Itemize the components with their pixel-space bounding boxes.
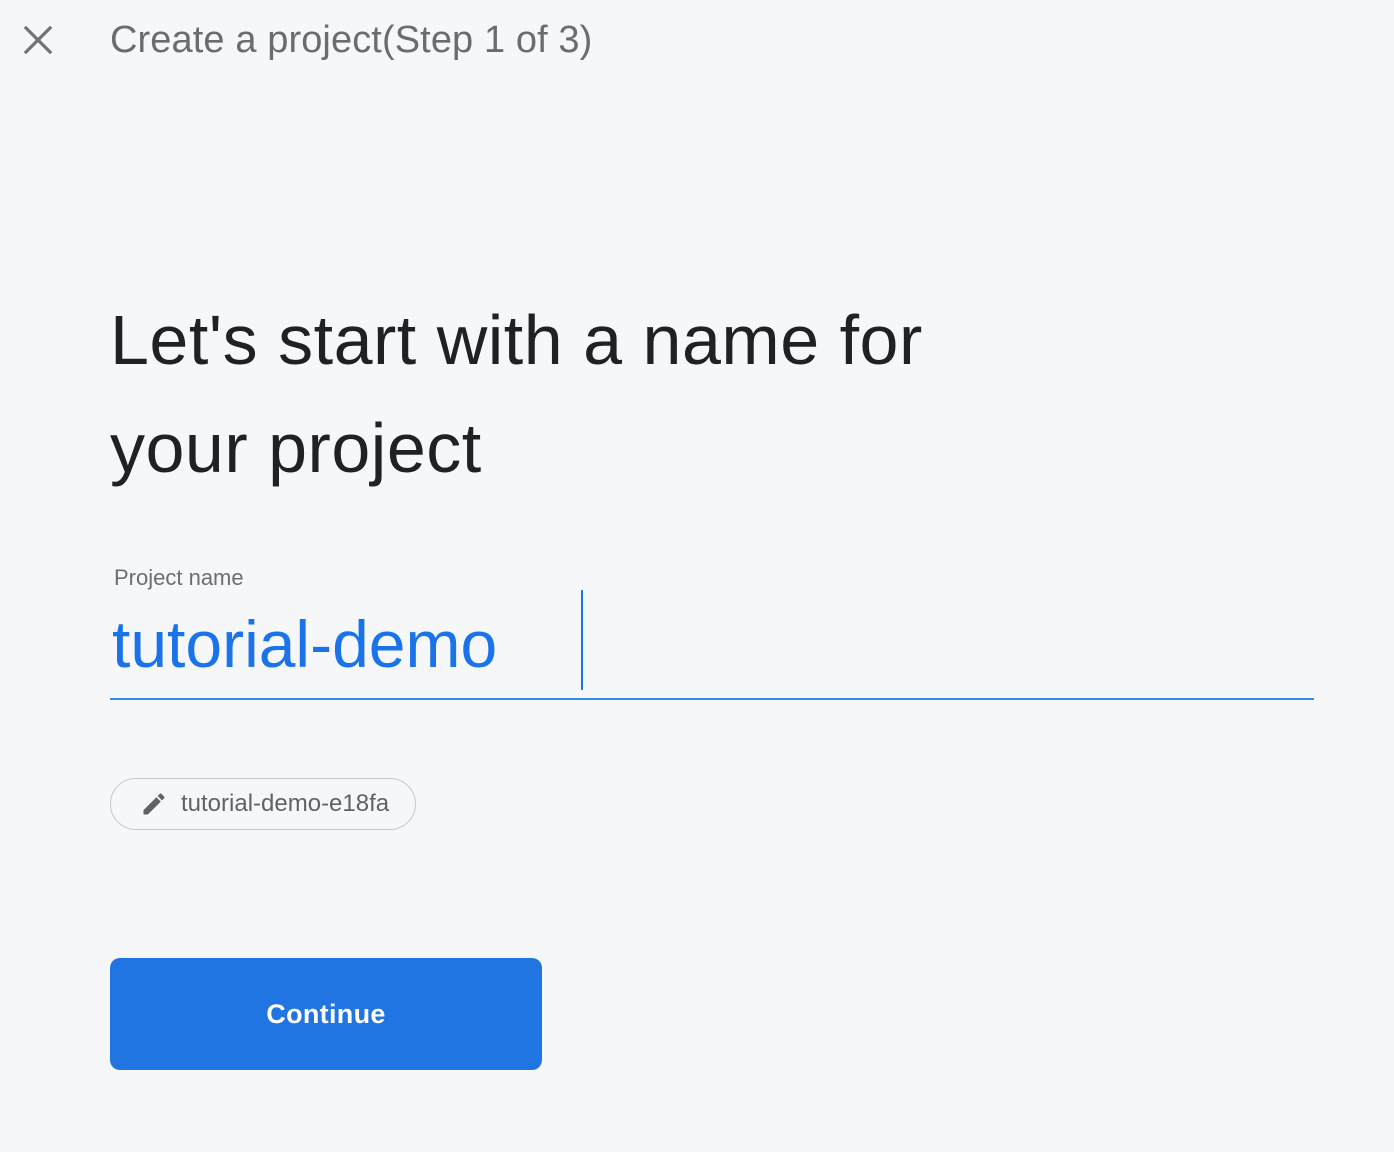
main-heading: Let's start with a name for your project — [110, 286, 1110, 502]
continue-button[interactable]: Continue — [110, 958, 542, 1070]
close-icon — [23, 25, 53, 55]
page-title: Create a project(Step 1 of 3) — [110, 19, 593, 61]
heading-line-1: Let's start with a name for — [110, 301, 923, 379]
project-name-label: Project name — [114, 565, 244, 590]
project-id-chip[interactable]: tutorial-demo-e18fa — [110, 778, 417, 830]
pencil-icon — [139, 789, 169, 819]
project-name-input[interactable] — [110, 590, 1314, 700]
text-cursor — [581, 590, 583, 690]
heading-line-2: your project — [110, 409, 482, 487]
close-button[interactable] — [18, 18, 58, 62]
project-id-text: tutorial-demo-e18fa — [181, 790, 390, 817]
